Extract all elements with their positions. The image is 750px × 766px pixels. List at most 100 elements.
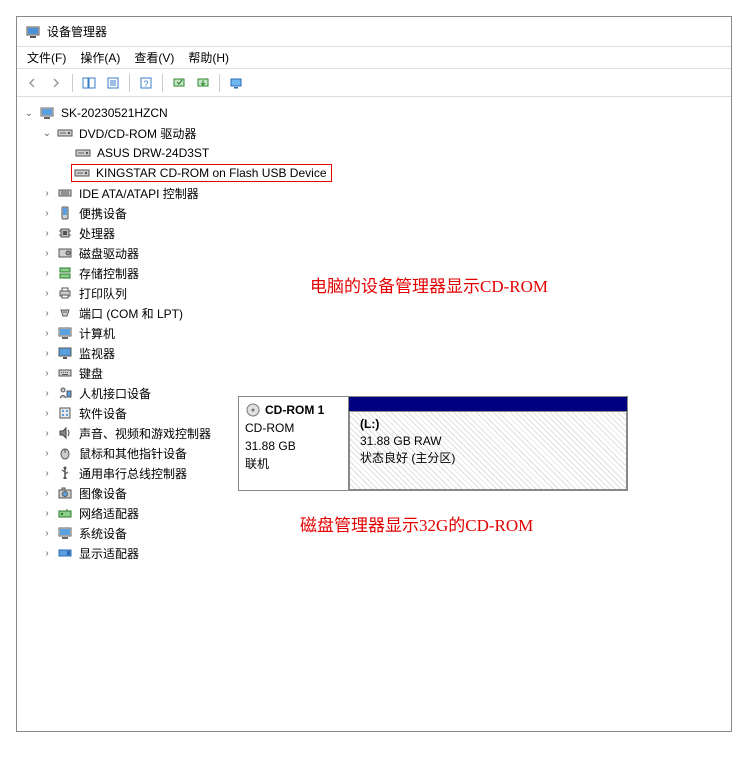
menu-action[interactable]: 操作(A) [74, 47, 126, 68]
tree-item-kingstar[interactable]: KINGSTAR CD-ROM on Flash USB Device [21, 163, 727, 183]
caret-collapsed-icon[interactable]: › [41, 327, 53, 339]
tree-category-ide[interactable]: › IDE ATA/ATAPI 控制器 [21, 183, 727, 203]
update-button[interactable] [192, 72, 214, 94]
category-label: 软件设备 [77, 404, 129, 423]
tree-category-keyboard[interactable]: › 键盘 [21, 363, 727, 383]
caret-collapsed-icon[interactable]: › [41, 467, 53, 479]
caret-collapsed-icon[interactable]: › [41, 307, 53, 319]
speaker-icon [57, 425, 73, 441]
annotation-text-2: 磁盘管理器显示32G的CD-ROM [300, 511, 533, 536]
tree-category-ports[interactable]: › 端口 (COM 和 LPT) [21, 303, 727, 323]
category-label: 磁盘驱动器 [77, 244, 141, 263]
svg-text:?: ? [143, 79, 148, 89]
category-label: 处理器 [77, 224, 117, 243]
caret-collapsed-icon[interactable]: › [41, 287, 53, 299]
category-label: 监视器 [77, 344, 117, 363]
caret-collapsed-icon[interactable]: › [41, 427, 53, 439]
category-label: 人机接口设备 [77, 384, 153, 403]
keyboard-icon [57, 365, 73, 381]
tree-item-asus[interactable]: ASUS DRW-24D3ST [21, 143, 727, 163]
properties-button[interactable] [102, 72, 124, 94]
tree-category-portable[interactable]: › 便携设备 [21, 203, 727, 223]
titlebar: 设备管理器 [17, 17, 731, 47]
computer-icon [39, 105, 55, 121]
category-label: 图像设备 [77, 484, 129, 503]
partition-cell[interactable]: (L:) 31.88 GB RAW 状态良好 (主分区) [349, 411, 627, 490]
caret-collapsed-icon[interactable]: › [41, 407, 53, 419]
menubar: 文件(F) 操作(A) 查看(V) 帮助(H) [17, 47, 731, 69]
disk-status: 联机 [245, 455, 342, 473]
caret-collapsed-icon[interactable]: › [41, 487, 53, 499]
monitor-button[interactable] [225, 72, 247, 94]
category-label: 显示适配器 [77, 544, 141, 563]
caret-collapsed-icon[interactable]: › [41, 447, 53, 459]
tree-category-cpu[interactable]: › 处理器 [21, 223, 727, 243]
partition-letter: (L:) [360, 417, 379, 431]
item-label: ASUS DRW-24D3ST [95, 145, 211, 161]
cdrom-icon [245, 402, 261, 418]
disk-summary: CD-ROM 1 CD-ROM 31.88 GB 联机 [239, 397, 349, 490]
category-label: 端口 (COM 和 LPT) [77, 304, 185, 323]
caret-collapsed-icon[interactable]: › [41, 247, 53, 259]
caret-collapsed-icon[interactable]: › [41, 187, 53, 199]
show-hide-tree-button[interactable] [78, 72, 100, 94]
printer-icon [57, 285, 73, 301]
scan-button[interactable] [168, 72, 190, 94]
dvd-drive-icon [57, 125, 73, 141]
menu-help[interactable]: 帮助(H) [182, 47, 235, 68]
item-label: KINGSTAR CD-ROM on Flash USB Device [94, 165, 329, 181]
nav-fwd-button[interactable] [45, 72, 67, 94]
caret-collapsed-icon[interactable]: › [41, 527, 53, 539]
category-label: 计算机 [77, 324, 117, 343]
tree-category-computer[interactable]: › 计算机 [21, 323, 727, 343]
category-label: 便携设备 [77, 204, 129, 223]
menu-view[interactable]: 查看(V) [128, 47, 180, 68]
partition-status: 状态良好 (主分区) [360, 450, 616, 467]
category-label: 网络适配器 [77, 504, 141, 523]
category-label: IDE ATA/ATAPI 控制器 [77, 184, 201, 203]
category-label: 键盘 [77, 364, 105, 383]
disk-layout: (L:) 31.88 GB RAW 状态良好 (主分区) [349, 397, 627, 490]
network-icon [57, 505, 73, 521]
disk-type: CD-ROM [245, 419, 342, 437]
software-icon [57, 405, 73, 421]
caret-collapsed-icon[interactable]: › [41, 547, 53, 559]
caret-collapsed-icon[interactable]: › [41, 207, 53, 219]
caret-collapsed-icon[interactable]: › [41, 367, 53, 379]
device-manager-window: 设备管理器 文件(F) 操作(A) 查看(V) 帮助(H) ? ⌄ SK-202… [16, 16, 732, 732]
disk-title-row: CD-ROM 1 [245, 401, 342, 419]
tree-category-dvd[interactable]: ⌄ DVD/CD-ROM 驱动器 [21, 123, 727, 143]
root-label: SK-20230521HZCN [59, 105, 170, 121]
caret-expanded-icon[interactable]: ⌄ [41, 127, 53, 139]
disk-icon [57, 245, 73, 261]
toolbar-sep [219, 74, 220, 92]
app-icon [25, 24, 41, 40]
menu-file[interactable]: 文件(F) [21, 47, 72, 68]
toolbar-sep [72, 74, 73, 92]
toolbar-sep [129, 74, 130, 92]
caret-collapsed-icon[interactable]: › [41, 387, 53, 399]
usb-icon [57, 465, 73, 481]
caret-collapsed-icon[interactable]: › [41, 267, 53, 279]
nav-back-button[interactable] [21, 72, 43, 94]
cpu-icon [57, 225, 73, 241]
caret-collapsed-icon[interactable]: › [41, 227, 53, 239]
annotation-text-1: 电脑的设备管理器显示CD-ROM [310, 272, 548, 297]
computer-icon [57, 325, 73, 341]
mouse-icon [57, 445, 73, 461]
partition-size: 31.88 GB RAW [360, 433, 616, 450]
tree-root[interactable]: ⌄ SK-20230521HZCN [21, 103, 727, 123]
tree-category-monitor[interactable]: › 监视器 [21, 343, 727, 363]
disk-size: 31.88 GB [245, 437, 342, 455]
camera-icon [57, 485, 73, 501]
tree-category-display[interactable]: › 显示适配器 [21, 543, 727, 563]
window-title: 设备管理器 [47, 23, 107, 40]
caret-collapsed-icon[interactable]: › [41, 347, 53, 359]
dvd-drive-icon [74, 165, 90, 181]
caret-collapsed-icon[interactable]: › [41, 507, 53, 519]
partition-stripe [349, 397, 627, 411]
help-button[interactable]: ? [135, 72, 157, 94]
tree-category-disk[interactable]: › 磁盘驱动器 [21, 243, 727, 263]
caret-expanded-icon[interactable]: ⌄ [23, 107, 35, 119]
category-label: 鼠标和其他指针设备 [77, 444, 189, 463]
